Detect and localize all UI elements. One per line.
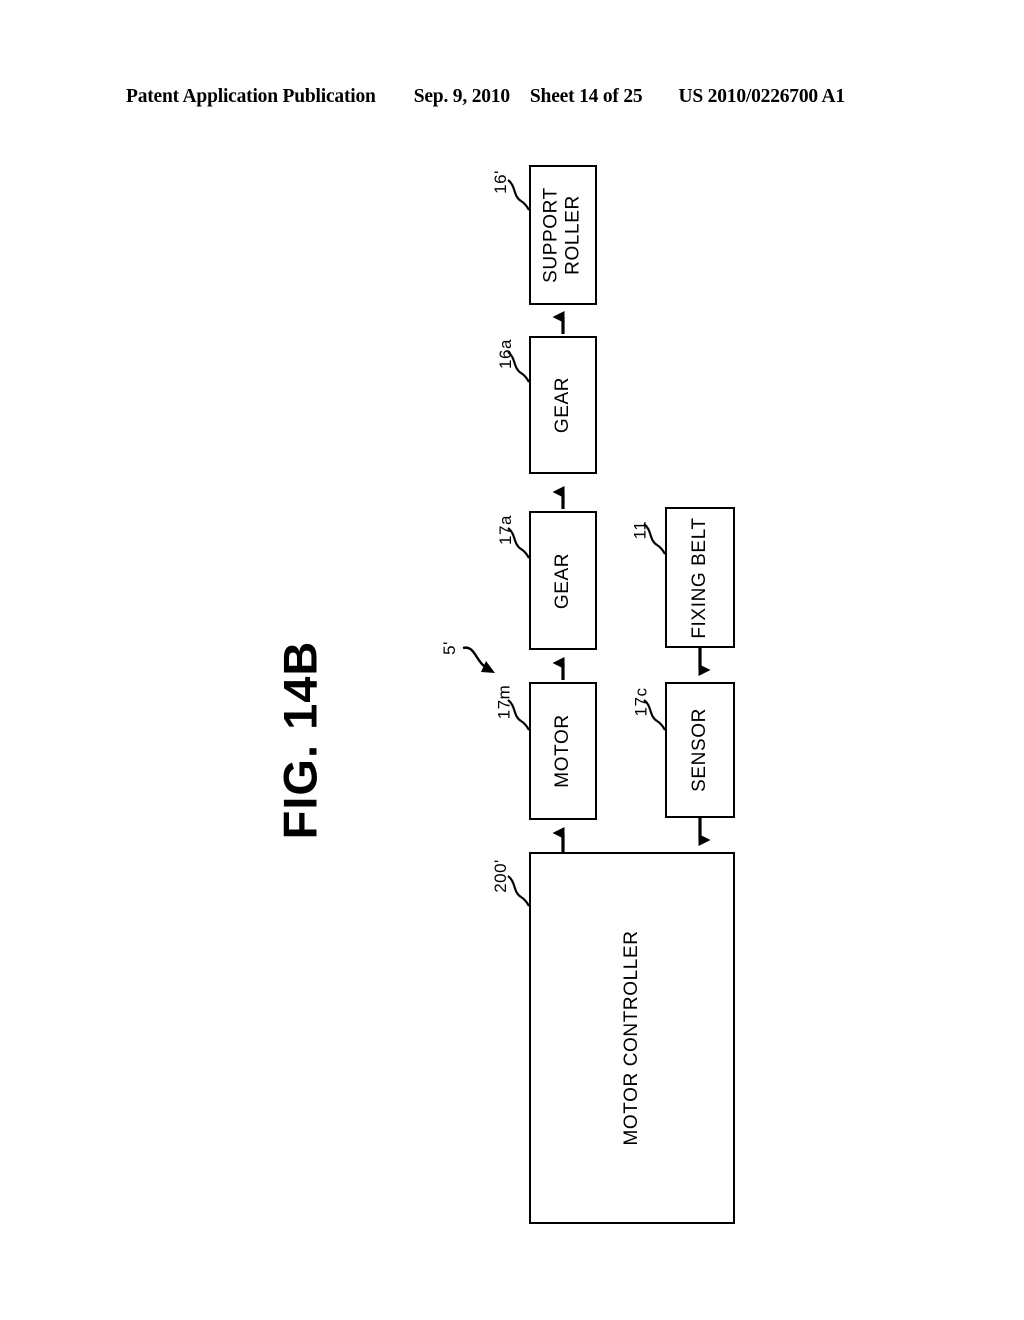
assembly-leader-arrow — [462, 646, 485, 667]
ref-numeral-assembly: 5' — [439, 641, 459, 655]
block-motor-controller-label: MOTOR CONTROLLER — [620, 930, 642, 1146]
block-sensor[interactable]: SENSOR — [665, 682, 735, 818]
assembly-leader-arrowhead — [481, 661, 495, 673]
ref-numeral-support-roller: 16' — [490, 170, 510, 194]
block-fixing-belt[interactable]: FIXING BELT — [665, 507, 735, 648]
leader-200prime — [507, 875, 530, 907]
block-fixing-belt-label: FIXING BELT — [688, 516, 710, 639]
ref-numeral-gear-17a: 17a — [495, 515, 515, 545]
page-header: Patent Application Publication Sep. 9, 2… — [126, 86, 886, 114]
block-gear-17a-label: GEAR — [551, 552, 573, 609]
header-publication-title: Patent Application Publication — [126, 86, 376, 107]
header-publication-date: Sep. 9, 2010 — [413, 86, 510, 107]
patent-figure-page: Patent Application Publication Sep. 9, 2… — [0, 0, 1024, 1320]
block-motor-label: MOTOR — [551, 714, 573, 788]
block-gear-16a-label: GEAR — [551, 376, 573, 434]
header-patent-number: US 2010/0226700 A1 — [678, 86, 845, 107]
ref-numeral-fixing-belt: 11 — [630, 520, 650, 540]
connector-layer — [462, 179, 711, 907]
leader-16prime — [507, 179, 530, 211]
header-sheet-number: Sheet 14 of 25 — [529, 86, 643, 107]
ref-numeral-gear-16a: 16a — [495, 339, 515, 369]
block-gear-16a[interactable]: GEAR — [529, 336, 597, 474]
block-motor[interactable]: MOTOR — [529, 682, 597, 820]
block-support-roller-label: SUPPORT ROLLER — [540, 187, 584, 283]
figure-title: FIG. 14B — [273, 640, 327, 840]
block-gear-17a[interactable]: GEAR — [529, 511, 597, 650]
ref-numeral-motor: 17m — [494, 684, 514, 720]
block-motor-controller[interactable]: MOTOR CONTROLLER — [529, 852, 735, 1224]
ref-numeral-motor-controller: 200' — [490, 859, 510, 893]
block-sensor-label: SENSOR — [688, 708, 710, 792]
ref-numeral-sensor: 17c — [631, 687, 651, 717]
block-support-roller[interactable]: SUPPORT ROLLER — [529, 165, 597, 305]
